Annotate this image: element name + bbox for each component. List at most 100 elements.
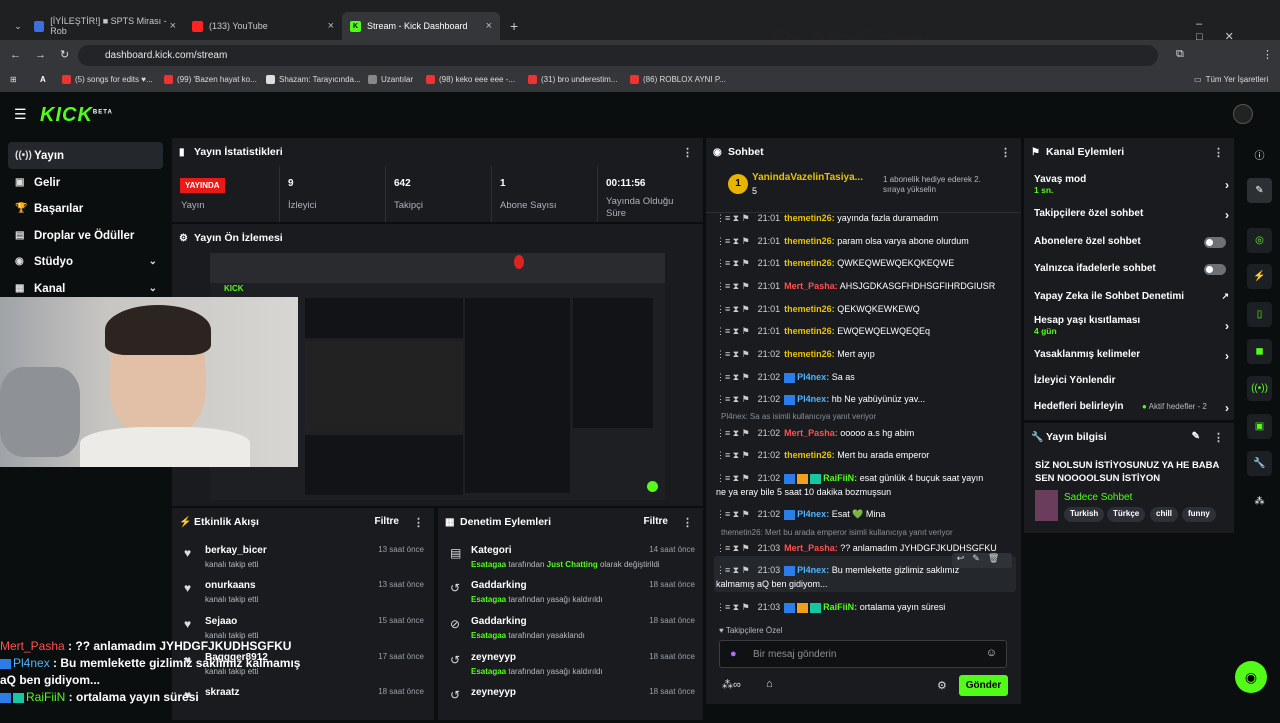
chat-message[interactable]: ⋮≡ ⧗ ⚑ 21:01 themetin26: EWQEWQELWQEQEq — [716, 324, 1016, 338]
chat-message[interactable]: ⋮≡ ⧗ ⚑ 21:02 Pl4nex: Sa as — [716, 370, 1016, 384]
ai-moderation-setting[interactable]: Yapay Zeka ile Sohbet Denetimi ↗ — [1034, 291, 1229, 302]
close-icon[interactable]: × — [170, 20, 176, 32]
more-icon[interactable]: ⋮ — [1213, 431, 1224, 444]
goals-setting[interactable]: Hedefleri belirleyin ● Aktif hedefler - 2… — [1034, 401, 1229, 415]
browser-tab-2[interactable]: (133) YouTube × — [184, 12, 342, 40]
info-icon[interactable]: ⓘ — [1247, 142, 1272, 167]
chat-input[interactable]: ● Bir mesaj gönderin ☺ — [719, 640, 1007, 668]
close-icon[interactable]: × — [328, 20, 334, 32]
menu-icon[interactable]: ⋮ — [1262, 48, 1273, 61]
message-actions-toolbar[interactable]: ↩✎🗑 — [952, 553, 1012, 568]
send-button[interactable]: Gönder — [959, 675, 1008, 696]
filter-button[interactable]: Filtre — [644, 516, 668, 527]
preview-nested — [305, 341, 463, 431]
microphone-icon[interactable]: ● — [730, 648, 737, 660]
chat-message[interactable]: ⋮≡ ⧗ ⚑ 21:01 themetin26: QEKWQKEWKEWQ — [716, 302, 1016, 316]
wrench-icon[interactable]: 🔧 — [1247, 451, 1272, 476]
all-bookmarks[interactable]: ▭ Tüm Yer İşaretleri — [1194, 75, 1268, 84]
chat-message[interactable]: ⋮≡ ⧗ ⚑ 21:01 Mert_Pasha: AHSJGDKASGFHDHSGF… — [716, 279, 1016, 293]
more-icon[interactable]: ⋮ — [682, 516, 693, 529]
sidebar-item-basarilar[interactable]: 🏆 Başarılar — [8, 195, 163, 222]
edit-icon[interactable]: ✎ — [1247, 178, 1272, 203]
bookmark-item[interactable]: (86) ROBLOX AYNI P... — [630, 75, 726, 84]
more-icon[interactable]: ⋮ — [1000, 146, 1011, 159]
chat-message[interactable]: ⋮≡ ⧗ ⚑ 21:03 RaiFiiN: ortalama yayın süres… — [716, 600, 1016, 614]
kick-favicon-icon: K — [350, 20, 361, 32]
stat-subscribers: 1 Abone Sayısı — [491, 166, 597, 222]
sidebar-item-studyo[interactable]: ◉ Stüdyo ⌄ — [8, 248, 163, 275]
channel-actions-panel: ⚑ Kanal Eylemleri ⋮ Yavaş mod › 1 sn. Takip… — [1024, 138, 1234, 420]
new-tab-button[interactable]: + — [502, 12, 526, 40]
chat-message[interactable]: ⋮≡ ⧗ ⚑ 21:02 Pl4nex: hb Ne yabüyünüz yav..… — [716, 392, 1016, 406]
chat-icon: ◉ — [713, 146, 722, 158]
lightning-icon[interactable]: ⚡ — [1247, 264, 1272, 289]
bookmark-item[interactable]: Uzantılar — [368, 75, 413, 84]
filter-button[interactable]: Filtre — [375, 516, 399, 527]
preview-kick-logo: KICK — [224, 284, 244, 293]
followers-only-setting[interactable]: Takipçilere özel sohbet › — [1034, 208, 1229, 222]
bookmark-item[interactable]: (99) 'Bazen hayat ko... — [164, 75, 257, 84]
settings-gear-icon[interactable]: ⚙ — [937, 679, 947, 692]
bookmark-item[interactable]: (98) keko eee eee -... — [426, 75, 515, 84]
chat-message[interactable]: ⋮≡ ⧗ ⚑ 21:01 themetin26: yayında fazla dur… — [716, 211, 1016, 225]
channel-actions-header: ⚑ Kanal Eylemleri ⋮ — [1031, 146, 1224, 159]
browser-tab-1[interactable]: [İYİLEŞTİR!] ■ SPTS Mirası - Rob × — [26, 12, 184, 40]
chat-bubble-icon[interactable]: ◼ — [1247, 339, 1272, 364]
banned-words-setting[interactable]: Yasaklanmış kelimeler › — [1034, 349, 1229, 363]
stat-viewers: 9 İzleyici — [279, 166, 385, 222]
chat-message[interactable]: ⋮≡ ⧗ ⚑ 21:02 themetin26: Mert bu arada emp… — [716, 448, 1016, 462]
subscribers-only-toggle[interactable] — [1204, 237, 1226, 248]
category-thumbnail — [1035, 490, 1058, 521]
bookmark-item[interactable]: Shazam: Tarayıcında... — [266, 75, 361, 84]
sidebar-item-gelir[interactable]: ▣ Gelir — [8, 169, 163, 196]
broadcast-icon[interactable]: ((•)) — [1247, 376, 1272, 401]
studio-icon: ◉ — [15, 256, 24, 267]
people-icon[interactable]: ⁂ — [1247, 489, 1272, 514]
bookmark-item[interactable]: (5) songs for edits ♥... — [62, 75, 153, 84]
chat-message[interactable]: ⋮≡ ⧗ ⚑ 21:01 themetin26: param olsa varya … — [716, 234, 1016, 248]
slow-mode-setting[interactable]: Yavaş mod › — [1034, 174, 1229, 192]
list-item: ↺ Gaddarking Esatagaa tarafından yasağı ka… — [450, 580, 695, 604]
emotes-only-toggle[interactable] — [1204, 264, 1226, 275]
sidebar-item-yayin[interactable]: ((•)) Yayın — [8, 142, 163, 169]
more-icon[interactable]: ⋮ — [413, 516, 424, 529]
close-icon[interactable]: × — [486, 20, 492, 32]
edit-pencil-icon[interactable]: ✎ — [1192, 431, 1200, 442]
chat-message[interactable]: ⋮≡ ⧗ ⚑ 21:02 Mert_Pasha: ooooo a.s hg abim — [716, 426, 1016, 440]
chat-message[interactable]: ⋮≡ ⧗ ⚑ 21:02 Pl4nex: Esat 💚 Mina — [716, 507, 1016, 521]
hamburger-menu-icon[interactable]: ☰ — [14, 106, 27, 123]
camera-icon[interactable]: ◎ — [1247, 228, 1272, 253]
more-icon[interactable]: ⋮ — [1213, 146, 1224, 159]
wrench-icon: 🔧 — [1031, 431, 1044, 443]
top-gifter-name[interactable]: YanindaVazelinTasiya... — [752, 172, 863, 183]
nav-arrows-icon[interactable]: ←→↻ — [10, 48, 83, 61]
avatar[interactable] — [1233, 104, 1253, 124]
account-age-setting[interactable]: Hesap yaşı kısıtlaması › — [1034, 315, 1229, 333]
chat-message[interactable]: ⋮≡ ⧗ ⚑ 21:02 themetin26: Mert ayıp — [716, 347, 1016, 361]
extensions-icon[interactable]: ⧉ — [1176, 48, 1184, 61]
subscribers-only-setting: Abonelere özel sohbet — [1034, 236, 1141, 247]
activity-header: ⚡ Etkinlik Akışı Filtre ⋮ — [179, 516, 424, 529]
url-input[interactable]: dashboard.kick.com/stream — [78, 45, 1158, 66]
category-link[interactable]: Sadece Sohbet — [1064, 492, 1132, 503]
viewer-redirect-setting[interactable]: İzleyici Yönlendir — [1034, 375, 1229, 386]
points-icon[interactable]: ⁂∞ — [722, 678, 741, 691]
bookmark-a-icon[interactable]: A — [40, 75, 46, 84]
bookmark-item[interactable]: (31) bro underestim... — [528, 75, 617, 84]
chart-icon: ▮ — [179, 146, 185, 158]
reply-context: Pl4nex: Sa as isimli kullanıcıya yanıt v… — [721, 412, 877, 421]
webcam-hair — [105, 305, 211, 355]
save-icon[interactable]: ▣ — [1247, 414, 1272, 439]
chat-message[interactable]: ⋮≡ ⧗ ⚑ 21:02 RaiFiiN: esat günlük 4 buçuk … — [716, 471, 1016, 485]
chat-message[interactable]: ⋮≡ ⧗ ⚑ 21:01 themetin26: QWKEQWEWQEKQKEQWE — [716, 256, 1016, 270]
store-icon[interactable]: ⌂ — [766, 678, 773, 690]
more-icon[interactable]: ⋮ — [682, 146, 693, 159]
emoji-icon[interactable]: ☺ — [986, 647, 997, 659]
browser-tab-3[interactable]: K Stream - Kick Dashboard × — [342, 12, 500, 40]
support-chat-icon[interactable]: ◉ — [1235, 661, 1267, 693]
kick-logo[interactable]: KICKBETA — [40, 104, 113, 127]
document-icon[interactable]: ▯ — [1247, 302, 1272, 327]
tab-search-icon[interactable]: ⌄ — [8, 12, 28, 40]
sidebar-item-droplar[interactable]: ▤ Droplar ve Ödüller — [8, 222, 163, 249]
apps-icon[interactable]: ⊞ — [10, 75, 17, 84]
